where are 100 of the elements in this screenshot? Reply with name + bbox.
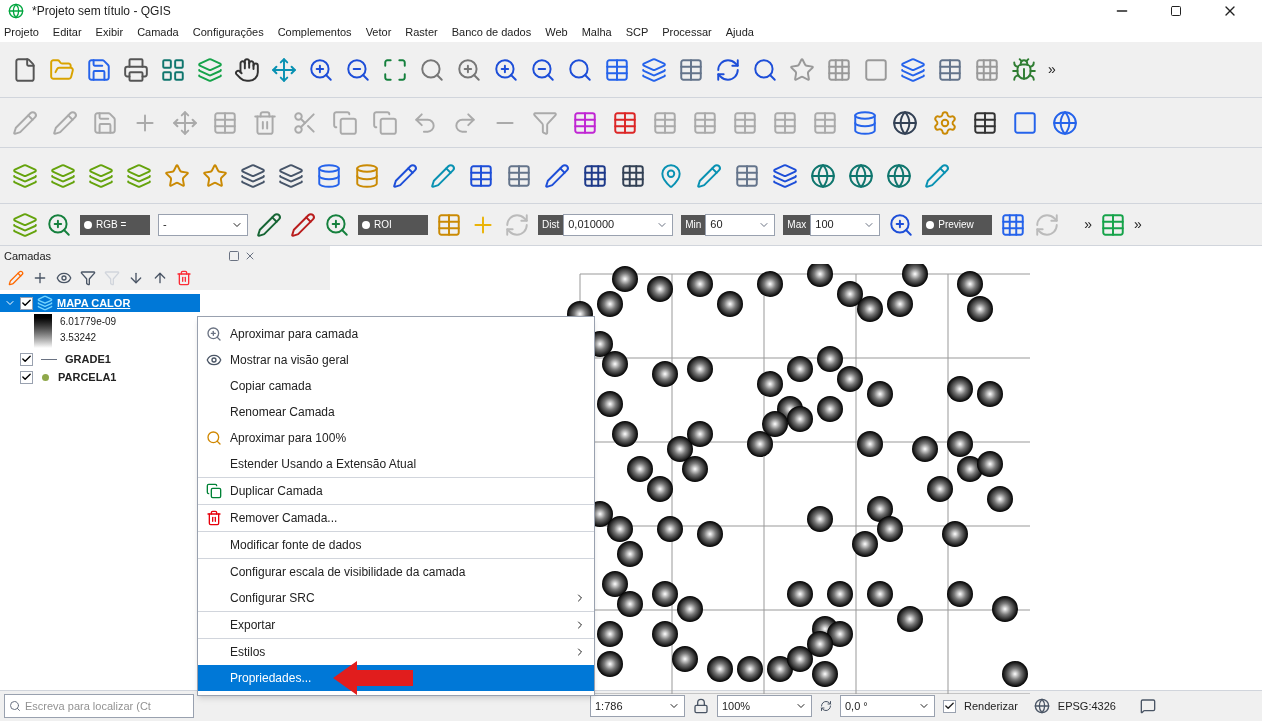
layout-icon[interactable]: [160, 56, 186, 83]
menu-item[interactable]: Renomear Camada: [198, 399, 594, 425]
maximize-icon[interactable]: [1170, 5, 1182, 17]
star-icon[interactable]: [202, 162, 228, 189]
square-icon[interactable]: [1012, 109, 1038, 136]
square-icon[interactable]: [863, 56, 889, 83]
globe-icon[interactable]: [892, 109, 918, 136]
render-checkbox[interactable]: [943, 699, 956, 713]
search-icon[interactable]: [752, 56, 778, 83]
menu-item[interactable]: Estilos: [198, 639, 594, 665]
database-icon[interactable]: [852, 109, 878, 136]
crs-label[interactable]: EPSG:4326: [1057, 697, 1116, 715]
overflow-chevron[interactable]: »: [1048, 59, 1056, 80]
menu-item[interactable]: SCP: [625, 23, 649, 41]
float-icon[interactable]: [228, 250, 240, 262]
globe-icon[interactable]: [1052, 109, 1078, 136]
pin-icon[interactable]: [658, 162, 684, 189]
collapse-all-icon[interactable]: [152, 270, 168, 286]
menu-item[interactable]: Aproximar para camada: [198, 321, 594, 347]
menu-item[interactable]: Processar: [662, 23, 712, 41]
zoom-in-icon[interactable]: [888, 211, 915, 238]
database-icon[interactable]: [354, 162, 380, 189]
globe-icon[interactable]: [848, 162, 874, 189]
menu-item[interactable]: Editar: [52, 23, 82, 41]
rgb-toggle[interactable]: RGB =: [80, 214, 150, 235]
filter-icon[interactable]: [80, 270, 96, 286]
move-icon[interactable]: [271, 56, 297, 83]
bug-icon[interactable]: [1011, 56, 1037, 83]
pencil-icon[interactable]: [392, 162, 418, 189]
menu-item[interactable]: Raster: [405, 23, 438, 41]
brush-icon[interactable]: [8, 270, 24, 286]
dist-field[interactable]: 0,010000: [563, 213, 674, 236]
menu-item[interactable]: Mostrar na visão geral: [198, 347, 594, 373]
menu-item[interactable]: Vetor: [365, 23, 392, 41]
zoom-out-icon[interactable]: [345, 56, 371, 83]
pan-hand-icon[interactable]: [234, 56, 260, 83]
menu-item[interactable]: Configurar SRC: [198, 585, 594, 611]
layer-row[interactable]: PARCELA1: [0, 368, 200, 386]
zoom-in-icon[interactable]: [456, 56, 482, 83]
pencil-icon[interactable]: [696, 162, 722, 189]
globe-icon[interactable]: [886, 162, 912, 189]
menu-item[interactable]: Remover Camada...: [198, 505, 594, 531]
layer-checkbox[interactable]: [20, 296, 33, 310]
menu-item[interactable]: Web: [545, 23, 568, 41]
menu-item[interactable]: Malha: [581, 23, 612, 41]
layer-row[interactable]: MAPA CALOR: [0, 294, 200, 312]
menu-item[interactable]: Projeto: [4, 23, 39, 41]
layer-checkbox[interactable]: [20, 352, 33, 366]
min-field[interactable]: 60: [705, 213, 776, 236]
messages-icon[interactable]: [1139, 698, 1156, 714]
menu-item[interactable]: Copiar camada: [198, 373, 594, 399]
rotation-field[interactable]: 0,0 °: [840, 695, 935, 717]
zoom-in-icon[interactable]: [46, 211, 72, 238]
scale-combo[interactable]: 1:786: [590, 695, 685, 717]
zoom-in-icon[interactable]: [493, 56, 519, 83]
gear-icon[interactable]: [932, 109, 958, 136]
zoom-in-icon[interactable]: [308, 56, 334, 83]
menu-item[interactable]: Camada: [137, 23, 179, 41]
preview-toggle[interactable]: Preview: [922, 214, 993, 235]
star-icon[interactable]: [164, 162, 190, 189]
pencil-icon[interactable]: [430, 162, 456, 189]
menu-item[interactable]: Configurações: [192, 23, 264, 41]
layers-icon[interactable]: [641, 56, 667, 83]
menu-item[interactable]: Ajuda: [725, 23, 754, 41]
overflow-chevron[interactable]: »: [1084, 214, 1093, 235]
grid-icon[interactable]: [620, 162, 646, 189]
star-icon[interactable]: [789, 56, 815, 83]
add-group-icon[interactable]: [32, 270, 48, 286]
zoom-full-icon[interactable]: [382, 56, 408, 83]
menu-item[interactable]: Banco de dados: [451, 23, 532, 41]
table-icon[interactable]: [972, 109, 998, 136]
menu-item[interactable]: Configurar escala de visibilidade da camada: [198, 559, 594, 585]
menu-item[interactable]: Exportar: [198, 612, 594, 638]
globe-icon[interactable]: [1033, 698, 1050, 714]
menu-item[interactable]: Modificar fonte de dados: [198, 532, 594, 558]
layer-row[interactable]: GRADE1: [0, 350, 200, 368]
database-icon[interactable]: [316, 162, 342, 189]
lock-icon[interactable]: [693, 698, 709, 714]
globe-icon[interactable]: [810, 162, 836, 189]
refresh-icon[interactable]: [715, 56, 741, 83]
menu-item[interactable]: Complementos: [277, 23, 352, 41]
zoom-in-icon[interactable]: [324, 211, 350, 238]
layers-icon[interactable]: [900, 56, 926, 83]
table-icon[interactable]: [468, 162, 494, 189]
layers-icon[interactable]: [240, 162, 266, 189]
layer-checkbox[interactable]: [20, 370, 33, 384]
expand-all-icon[interactable]: [128, 270, 144, 286]
max-field[interactable]: 100: [810, 213, 881, 236]
pencil-icon[interactable]: [544, 162, 570, 189]
grid-icon[interactable]: [582, 162, 608, 189]
layers-icon[interactable]: [278, 162, 304, 189]
pencil-icon[interactable]: [290, 211, 316, 238]
menu-item[interactable]: Exibir: [95, 23, 124, 41]
remove-icon[interactable]: [176, 270, 192, 286]
eye-icon[interactable]: [56, 270, 72, 286]
menu-item[interactable]: Aproximar para 100%: [198, 425, 594, 451]
roi-toggle[interactable]: ROI: [358, 214, 428, 235]
search-icon[interactable]: [567, 56, 593, 83]
printer-icon[interactable]: [123, 56, 149, 83]
pencil-icon[interactable]: [924, 162, 950, 189]
